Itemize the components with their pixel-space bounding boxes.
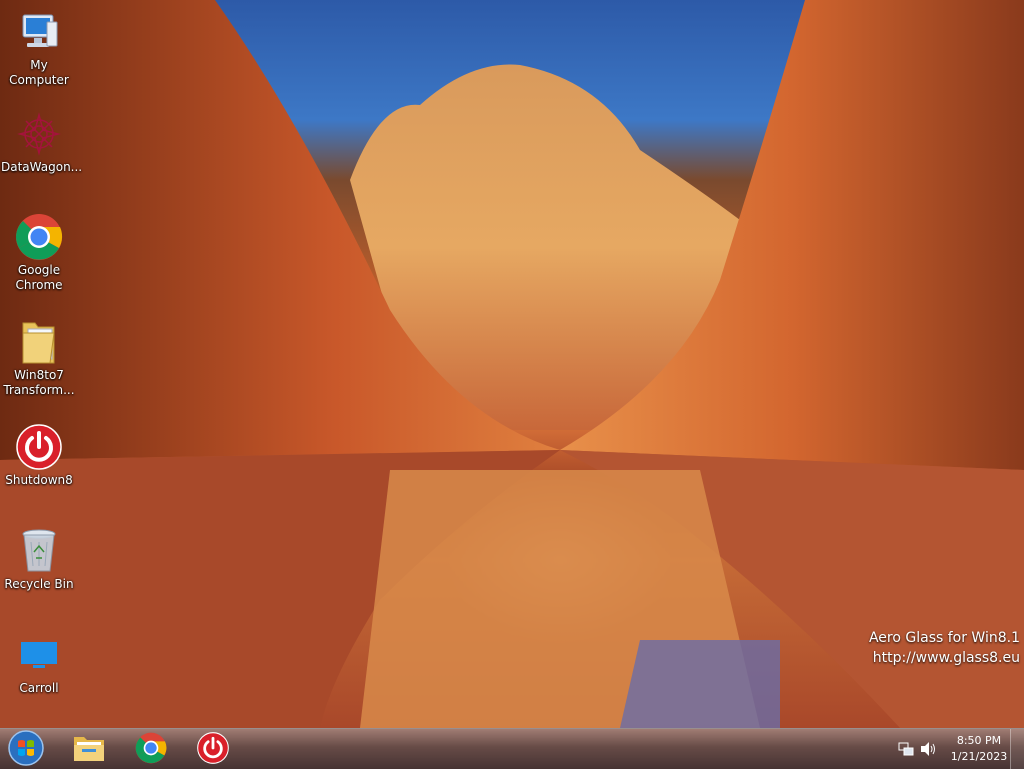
computer-icon [15, 8, 63, 56]
desktop-icon-datawagon[interactable]: DataWagon... [1, 110, 83, 175]
icon-label: Recycle Bin [4, 577, 74, 591]
desktop-icon-win8to7[interactable]: Win8to7 Transform... [1, 318, 77, 398]
desktop-icon-recycle-bin[interactable]: Recycle Bin [1, 527, 77, 592]
aero-glass-watermark: Aero Glass for Win8.1 http://www.glass8.… [869, 630, 1020, 666]
power-icon [197, 731, 229, 767]
datawagon-icon [15, 110, 63, 158]
taskbar-chrome[interactable] [124, 731, 178, 767]
start-orb-icon [7, 729, 45, 770]
clock-time: 8:50 PM [956, 734, 1002, 747]
start-button[interactable] [4, 729, 48, 770]
icon-label: Carroll [19, 681, 59, 695]
icon-label: Shutdown8 [5, 473, 73, 487]
chrome-icon [15, 213, 63, 261]
taskbar-shutdown8[interactable] [186, 731, 240, 767]
icon-label: DataWagon... [1, 160, 83, 174]
desktop[interactable]: My Computer DataWagon... Google Chrome W… [0, 0, 1024, 728]
clock[interactable]: 8:50 PM 1/21/2023 [946, 733, 1012, 765]
volume-icon[interactable] [916, 739, 940, 759]
icon-label: My Computer [9, 58, 69, 87]
desktop-icon-my-computer[interactable]: My Computer [1, 8, 77, 88]
wallpaper [0, 0, 1024, 728]
system-tray [896, 729, 940, 769]
clock-date: 1/21/2023 [950, 750, 1008, 763]
icon-label: Google Chrome [15, 263, 63, 292]
chrome-icon [135, 732, 167, 767]
desktop-icon-google-chrome[interactable]: Google Chrome [1, 213, 77, 293]
watermark-line2: http://www.glass8.eu [872, 650, 1020, 666]
file-explorer-icon [72, 733, 106, 766]
watermark-line1: Aero Glass for Win8.1 [868, 630, 1020, 646]
network-icon[interactable] [896, 739, 916, 759]
desktop-icon-carroll[interactable]: Carroll [1, 631, 77, 696]
folder-icon [15, 318, 63, 366]
show-desktop-button[interactable] [1010, 729, 1024, 769]
desktop-icon-shutdown8[interactable]: Shutdown8 [1, 423, 77, 488]
taskbar-file-explorer[interactable] [62, 731, 116, 767]
recycle-bin-icon [15, 527, 63, 575]
power-icon [15, 423, 63, 471]
monitor-icon [15, 631, 63, 679]
icon-label: Win8to7 Transform... [3, 368, 75, 397]
taskbar: 8:50 PM 1/21/2023 [0, 728, 1024, 769]
